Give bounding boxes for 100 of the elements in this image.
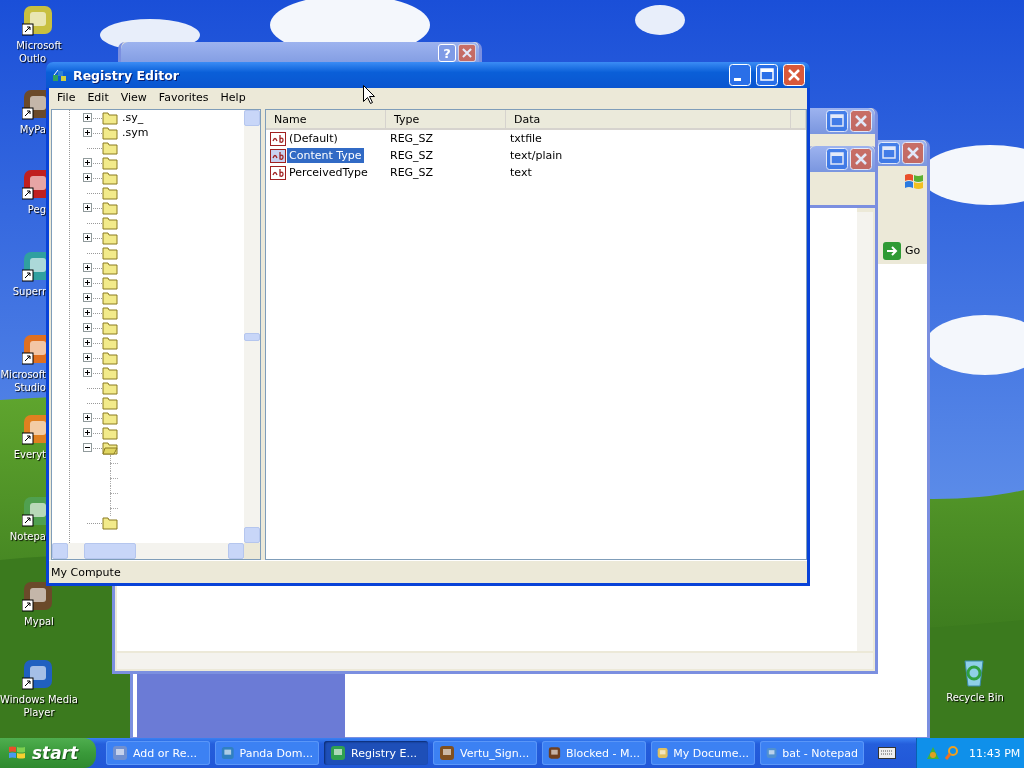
close-button[interactable]	[850, 110, 872, 132]
maximize-button[interactable]	[826, 148, 848, 170]
maximize-button[interactable]	[878, 142, 900, 164]
scrollbar[interactable]	[52, 543, 244, 559]
taskbar-button[interactable]: Registry E...	[324, 741, 428, 765]
string-value-icon	[270, 148, 286, 163]
icon-label: Peg	[27, 203, 46, 216]
icon-label: Notepa	[9, 530, 46, 543]
app-icon[interactable]	[22, 413, 46, 445]
app-icon[interactable]	[22, 250, 46, 282]
column-header[interactable]: Data	[506, 110, 791, 128]
clock: 11:43 PM	[969, 746, 1021, 760]
expand-icon[interactable]	[83, 128, 92, 137]
go-button[interactable]: Go	[881, 241, 923, 260]
column-header[interactable]: Type	[386, 110, 506, 128]
app-icon	[766, 745, 778, 761]
scrollbar[interactable]	[244, 110, 260, 543]
icon-label: MyPa	[19, 123, 46, 136]
tree-item[interactable]: .sym	[52, 125, 244, 140]
expand-icon[interactable]	[83, 173, 92, 182]
folder-icon	[102, 426, 118, 440]
maximize-button[interactable]	[826, 110, 848, 132]
value-name[interactable]: (Default)	[287, 131, 340, 146]
table-cell-text: REG_SZ	[389, 132, 435, 145]
expand-icon[interactable]	[83, 263, 92, 272]
taskbar-button[interactable]: Blocked - M...	[542, 741, 646, 765]
tree-label[interactable]: .sym	[122, 126, 149, 139]
expand-icon[interactable]	[83, 113, 92, 122]
scrollbar[interactable]	[857, 212, 873, 651]
maximize-button[interactable]	[756, 64, 778, 86]
taskbar-button[interactable]: Add or Re...	[106, 741, 210, 765]
close-button[interactable]	[458, 44, 476, 62]
folder-icon	[102, 396, 118, 410]
app-icon[interactable]	[22, 333, 46, 365]
folder-icon	[102, 306, 118, 320]
minimize-button[interactable]	[729, 64, 751, 86]
string-value-icon	[270, 165, 286, 180]
folder-icon	[102, 321, 118, 335]
expand-icon[interactable]	[83, 233, 92, 242]
value-name[interactable]: PerceivedType	[287, 165, 370, 180]
expand-icon[interactable]	[83, 203, 92, 212]
icon-label: Player	[22, 706, 56, 719]
app-icon[interactable]	[22, 495, 46, 527]
collapse-icon[interactable]	[83, 443, 92, 452]
windows-logo-icon	[8, 745, 26, 761]
icon-label: Recycle Bin	[945, 691, 1005, 704]
folder-icon	[102, 156, 118, 170]
menu-item[interactable]: View	[114, 91, 153, 104]
start-button[interactable]: start	[0, 738, 96, 768]
close-button[interactable]	[783, 64, 805, 86]
status-text: My Compute	[51, 565, 121, 579]
taskbar-button[interactable]: Vertu_Sign...	[433, 741, 537, 765]
close-button[interactable]	[850, 148, 872, 170]
taskbar-button[interactable]: Panda Dom...	[215, 741, 319, 765]
magnifier-icon[interactable]	[944, 745, 960, 761]
taskbar-button[interactable]: bat - Notepad	[760, 741, 864, 765]
menu-item[interactable]: Help	[214, 91, 252, 104]
folder-icon	[102, 201, 118, 215]
menu-item[interactable]: Favorites	[152, 91, 215, 104]
expand-icon[interactable]	[83, 368, 92, 377]
app-icon[interactable]	[22, 88, 46, 120]
expand-icon[interactable]	[83, 323, 92, 332]
tree-label[interactable]: .sy_	[122, 111, 144, 124]
app-icon[interactable]	[22, 580, 54, 612]
expand-icon[interactable]	[83, 338, 92, 347]
folder-icon	[102, 291, 118, 305]
keyboard-icon[interactable]	[878, 747, 896, 759]
app-icon[interactable]	[22, 168, 46, 200]
icon-label: Studio	[14, 381, 46, 394]
icon-label: Microsoft	[0, 368, 46, 381]
icon-label: Windows Media	[0, 693, 78, 706]
app-icon	[221, 745, 235, 761]
registry-icon	[52, 67, 68, 83]
folder-icon	[102, 186, 118, 200]
app-icon[interactable]	[22, 4, 54, 36]
folder-icon	[102, 366, 118, 380]
icon-label: Everyt	[13, 448, 46, 461]
expand-icon[interactable]	[83, 278, 92, 287]
expand-icon[interactable]	[83, 353, 92, 362]
table-cell-text: REG_SZ	[389, 166, 435, 179]
tree-item[interactable]: .sy_	[52, 110, 244, 125]
expand-icon[interactable]	[83, 428, 92, 437]
app-icon[interactable]	[22, 658, 54, 690]
expand-icon[interactable]	[83, 293, 92, 302]
folder-icon	[102, 351, 118, 365]
menu-item[interactable]: File	[51, 91, 82, 104]
windows-logo-icon	[903, 172, 925, 192]
expand-icon[interactable]	[83, 413, 92, 422]
taskbar-button[interactable]: My Docume...	[651, 741, 755, 765]
value-name[interactable]: Content Type	[287, 148, 364, 163]
close-button[interactable]	[902, 142, 924, 164]
expand-icon[interactable]	[83, 158, 92, 167]
expand-icon[interactable]	[83, 308, 92, 317]
folder-icon	[102, 411, 118, 425]
string-value-icon	[270, 131, 286, 146]
column-header[interactable]: Name	[266, 110, 386, 128]
folder-icon	[102, 216, 118, 230]
cursor-icon	[363, 85, 375, 104]
menu-item[interactable]: Edit	[81, 91, 115, 104]
folder-icon	[102, 231, 118, 245]
